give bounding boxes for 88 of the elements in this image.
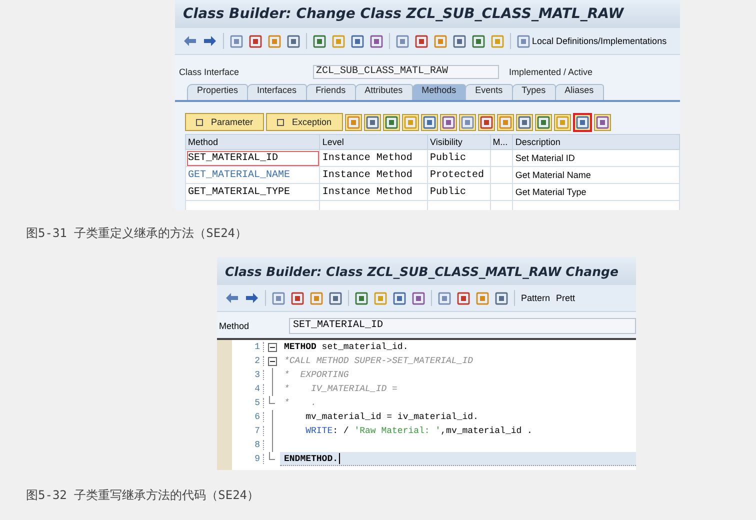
column-header[interactable]: Description <box>512 134 680 150</box>
code-line: * EXPORTING <box>284 370 349 380</box>
tool-icon[interactable] <box>287 34 300 48</box>
line-number: 3 <box>232 370 264 380</box>
table-cell: Instance Method <box>320 166 428 184</box>
class-name-field[interactable]: ZCL_SUB_CLASS_MATL_RAW <box>313 65 499 79</box>
tool-icon[interactable] <box>313 34 326 48</box>
line-number: 4 <box>232 384 264 394</box>
column-header[interactable]: Visibility <box>428 134 490 150</box>
window-title: Class Builder: Change Class ZCL_SUB_CLASS_MATL_RAW <box>175 0 680 28</box>
code-line: *CALL METHOD SUPER->SET_MATERIAL_ID <box>284 356 474 366</box>
table-cell: Protected <box>428 166 490 184</box>
code-line: mv_material_id = iv_material_id. <box>304 412 478 422</box>
tab[interactable]: Friends <box>306 84 356 100</box>
tool-icon[interactable] <box>370 34 383 48</box>
tool-icon[interactable] <box>476 292 489 304</box>
table-cell: Instance Method <box>320 150 428 166</box>
code-line: * . <box>284 398 316 408</box>
tool-icon[interactable] <box>355 292 368 304</box>
code-line: WRITE: / 'Raw Material: ',mv_material_id . <box>304 426 532 436</box>
tool-icon[interactable] <box>457 292 470 304</box>
tool-icon[interactable] <box>351 34 364 48</box>
tab[interactable]: Interfaces <box>247 84 307 100</box>
line-number: 6 <box>232 412 264 422</box>
tool-button[interactable] <box>572 112 592 132</box>
tool-icon[interactable] <box>412 292 425 304</box>
toolbar-button[interactable]: Prett <box>556 293 576 303</box>
fold-toggle-icon[interactable] <box>268 356 276 366</box>
line-number: 5 <box>232 398 264 408</box>
tool-icon[interactable] <box>495 292 508 304</box>
window-title: Class Builder: Class ZCL_SUB_CLASS_MATL_RAW Change <box>217 257 636 285</box>
column-header[interactable]: Level <box>320 134 428 150</box>
exception-button[interactable]: Exception <box>266 113 343 131</box>
table-cell: GET_MATERIAL_TYPE <box>186 184 320 200</box>
class-interface-label: Class Interface <box>179 67 240 77</box>
parameter-button[interactable]: Parameter <box>185 113 264 131</box>
table-cell: Public <box>428 184 490 200</box>
tool-icon[interactable] <box>438 292 451 304</box>
line-number: 7 <box>232 426 264 436</box>
tool-icon[interactable] <box>517 34 530 48</box>
line-number: 8 <box>232 440 264 450</box>
tool-icon[interactable] <box>472 34 485 48</box>
forward-arrow-icon[interactable] <box>203 35 217 47</box>
table-cell: SET_MATERIAL_ID <box>186 150 320 166</box>
column-header[interactable]: Method <box>186 134 320 150</box>
tool-icon[interactable] <box>329 292 342 304</box>
tool-icon[interactable] <box>434 34 447 48</box>
method-label: Method <box>218 321 250 331</box>
table-cell: GET_MATERIAL_NAME <box>186 166 320 184</box>
tool-icon[interactable] <box>393 292 406 304</box>
method-field[interactable]: SET_MATERIAL_ID <box>289 318 636 334</box>
table-cell: Public <box>428 150 490 166</box>
tab[interactable]: Events <box>465 84 513 100</box>
line-number: 9 <box>232 454 264 464</box>
tab[interactable]: Types <box>512 84 556 100</box>
back-arrow-icon[interactable] <box>225 292 239 304</box>
tab[interactable]: Methods <box>412 84 466 100</box>
tool-icon[interactable] <box>415 34 428 48</box>
tool-icon[interactable] <box>249 34 262 48</box>
tool-icon[interactable] <box>272 292 285 304</box>
tool-icon[interactable] <box>576 116 589 128</box>
tool-icon[interactable] <box>396 34 409 48</box>
tab[interactable]: Aliases <box>554 84 604 100</box>
tool-icon[interactable] <box>453 34 466 48</box>
toolbar-button[interactable]: Pattern <box>521 293 550 303</box>
table-cell: Instance Method <box>320 184 428 200</box>
local-definitions-button[interactable]: Local Definitions/Implementations <box>517 34 667 48</box>
code-line: METHOD set_material_id. <box>284 342 408 352</box>
tool-icon[interactable] <box>310 292 323 304</box>
figure-caption: 图5-31 子类重定义继承的方法（SE24） <box>26 225 248 242</box>
table-cell: Get Material Name <box>512 166 680 184</box>
tool-icon[interactable] <box>291 292 304 304</box>
column-header[interactable]: M... <box>490 134 513 150</box>
tool-icon[interactable] <box>268 34 281 48</box>
tool-icon[interactable] <box>230 34 243 48</box>
table-cell: Get Material Type <box>512 184 680 200</box>
code-line: ENDMETHOD. <box>284 454 338 464</box>
line-number: 1 <box>232 342 264 352</box>
back-arrow-icon[interactable] <box>183 35 197 47</box>
table-cell: Set Material ID <box>512 150 680 166</box>
fold-toggle-icon[interactable] <box>268 342 276 352</box>
status-text: Implemented / Active <box>509 67 593 77</box>
tab[interactable]: Properties <box>187 84 248 100</box>
line-number: 2 <box>232 356 264 366</box>
forward-arrow-icon[interactable] <box>245 292 259 304</box>
figure-caption: 图5-32 子类重写继承方法的代码（SE24） <box>26 486 260 504</box>
code-line: * IV_MATERIAL_ID = <box>284 384 398 394</box>
tab[interactable]: Attributes <box>354 84 413 100</box>
